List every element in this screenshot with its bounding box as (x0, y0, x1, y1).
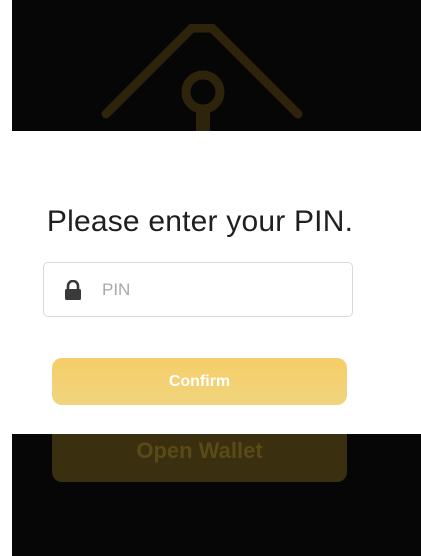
modal-title: Please enter your PIN. (46, 205, 354, 238)
pin-modal: Please enter your PIN. Confirm (0, 131, 421, 434)
pin-input[interactable] (102, 279, 322, 300)
screen: Open Wallet Please enter your PIN. Confi… (0, 0, 421, 556)
pin-field[interactable] (43, 262, 353, 317)
lock-icon (65, 279, 81, 300)
confirm-button[interactable]: Confirm (52, 358, 347, 405)
